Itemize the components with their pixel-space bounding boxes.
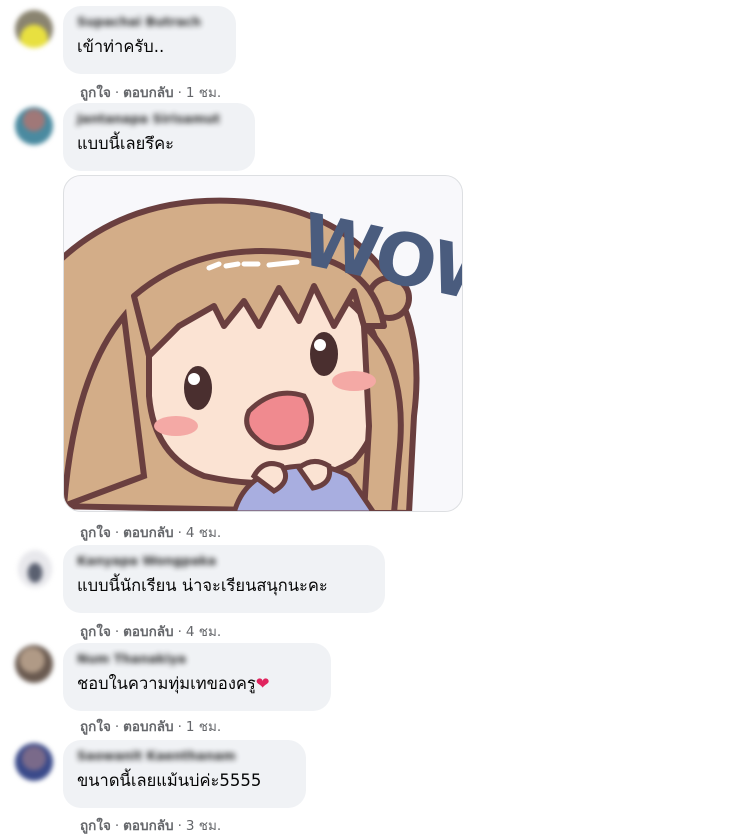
separator-dot: · xyxy=(177,85,182,101)
comment-actions: ถูกใจ · ตอบกลับ · 4 ชม. xyxy=(80,521,221,543)
commenter-avatar[interactable] xyxy=(15,743,53,781)
separator-dot: · xyxy=(177,624,182,640)
separator-dot: · xyxy=(177,525,182,541)
separator-dot: · xyxy=(114,818,120,834)
comment-author-name[interactable]: Kanyapa Wongpaka xyxy=(77,553,373,569)
comment-actions: ถูกใจ · ตอบกลับ · 4 ชม. xyxy=(80,620,221,642)
comment-author-name[interactable]: Jantanapa Sirisamut xyxy=(77,111,243,127)
comment-bubble: Kanyapa Wongpaka แบบนี้นักเรียน น่าจะเรี… xyxy=(63,545,385,613)
comment-author-name[interactable]: Num Thanakiya xyxy=(77,651,319,667)
like-link[interactable]: ถูกใจ xyxy=(80,818,111,834)
comment-timestamp[interactable]: 3 ชม. xyxy=(186,818,221,834)
reply-link[interactable]: ตอบกลับ xyxy=(123,719,173,735)
reply-link[interactable]: ตอบกลับ xyxy=(123,624,173,640)
comment-actions: ถูกใจ · ตอบกลับ · 1 ชม. xyxy=(80,715,221,737)
like-link[interactable]: ถูกใจ xyxy=(80,85,111,101)
comment-text: แบบนี้เลยรึคะ xyxy=(77,134,175,153)
comment-timestamp[interactable]: 4 ชม. xyxy=(186,525,221,541)
separator-dot: · xyxy=(177,719,182,735)
comment-text: ชอบในความทุ่มเทของครู❤ xyxy=(77,673,319,695)
comment-author-name[interactable]: Saowanit Kaenthanam xyxy=(77,748,294,764)
comment-text-content: ชอบในความทุ่มเทของครู xyxy=(77,674,256,693)
commenter-avatar[interactable] xyxy=(15,107,53,145)
comment-author-name[interactable]: Supachai Butrach xyxy=(77,14,224,30)
comment-actions: ถูกใจ · ตอบกลับ · 1 ชม. xyxy=(80,81,221,103)
comment-timestamp[interactable]: 4 ชม. xyxy=(186,624,221,640)
separator-dot: · xyxy=(114,624,120,640)
like-link[interactable]: ถูกใจ xyxy=(80,525,111,541)
separator-dot: · xyxy=(114,85,120,101)
reply-link[interactable]: ตอบกลับ xyxy=(123,85,173,101)
comment-text: เข้าท่าครับ.. xyxy=(77,37,165,56)
separator-dot: · xyxy=(114,719,120,735)
separator-dot: · xyxy=(177,818,182,834)
commenter-avatar[interactable] xyxy=(18,550,52,588)
reply-link[interactable]: ตอบกลับ xyxy=(123,525,173,541)
comment-text: แบบนี้นักเรียน น่าจะเรียนสนุกนะคะ xyxy=(77,576,328,595)
comment-bubble: Jantanapa Sirisamut แบบนี้เลยรึคะ xyxy=(63,103,255,171)
like-link[interactable]: ถูกใจ xyxy=(80,624,111,640)
heart-emoji-icon: ❤ xyxy=(255,674,270,693)
commenter-avatar[interactable] xyxy=(15,10,53,48)
comment-actions: ถูกใจ · ตอบกลับ · 3 ชม. xyxy=(80,814,221,836)
like-link[interactable]: ถูกใจ xyxy=(80,719,111,735)
commenter-avatar[interactable] xyxy=(15,645,53,683)
comment-text: ขนาดนี้เลยแม้นบ่ค่ะ5555 xyxy=(77,771,262,790)
comment-bubble: Saowanit Kaenthanam ขนาดนี้เลยแม้นบ่ค่ะ5… xyxy=(63,740,306,808)
girl-wow-sticker-image: WOW xyxy=(64,197,462,511)
wow-sticker[interactable]: WOW xyxy=(63,175,463,512)
comment-timestamp[interactable]: 1 ชม. xyxy=(186,719,221,735)
reply-link[interactable]: ตอบกลับ xyxy=(123,818,173,834)
comment-timestamp[interactable]: 1 ชม. xyxy=(186,85,221,101)
separator-dot: · xyxy=(114,525,120,541)
comment-bubble: Supachai Butrach เข้าท่าครับ.. xyxy=(63,6,236,74)
comment-bubble: Num Thanakiya ชอบในความทุ่มเทของครู❤ xyxy=(63,643,331,711)
